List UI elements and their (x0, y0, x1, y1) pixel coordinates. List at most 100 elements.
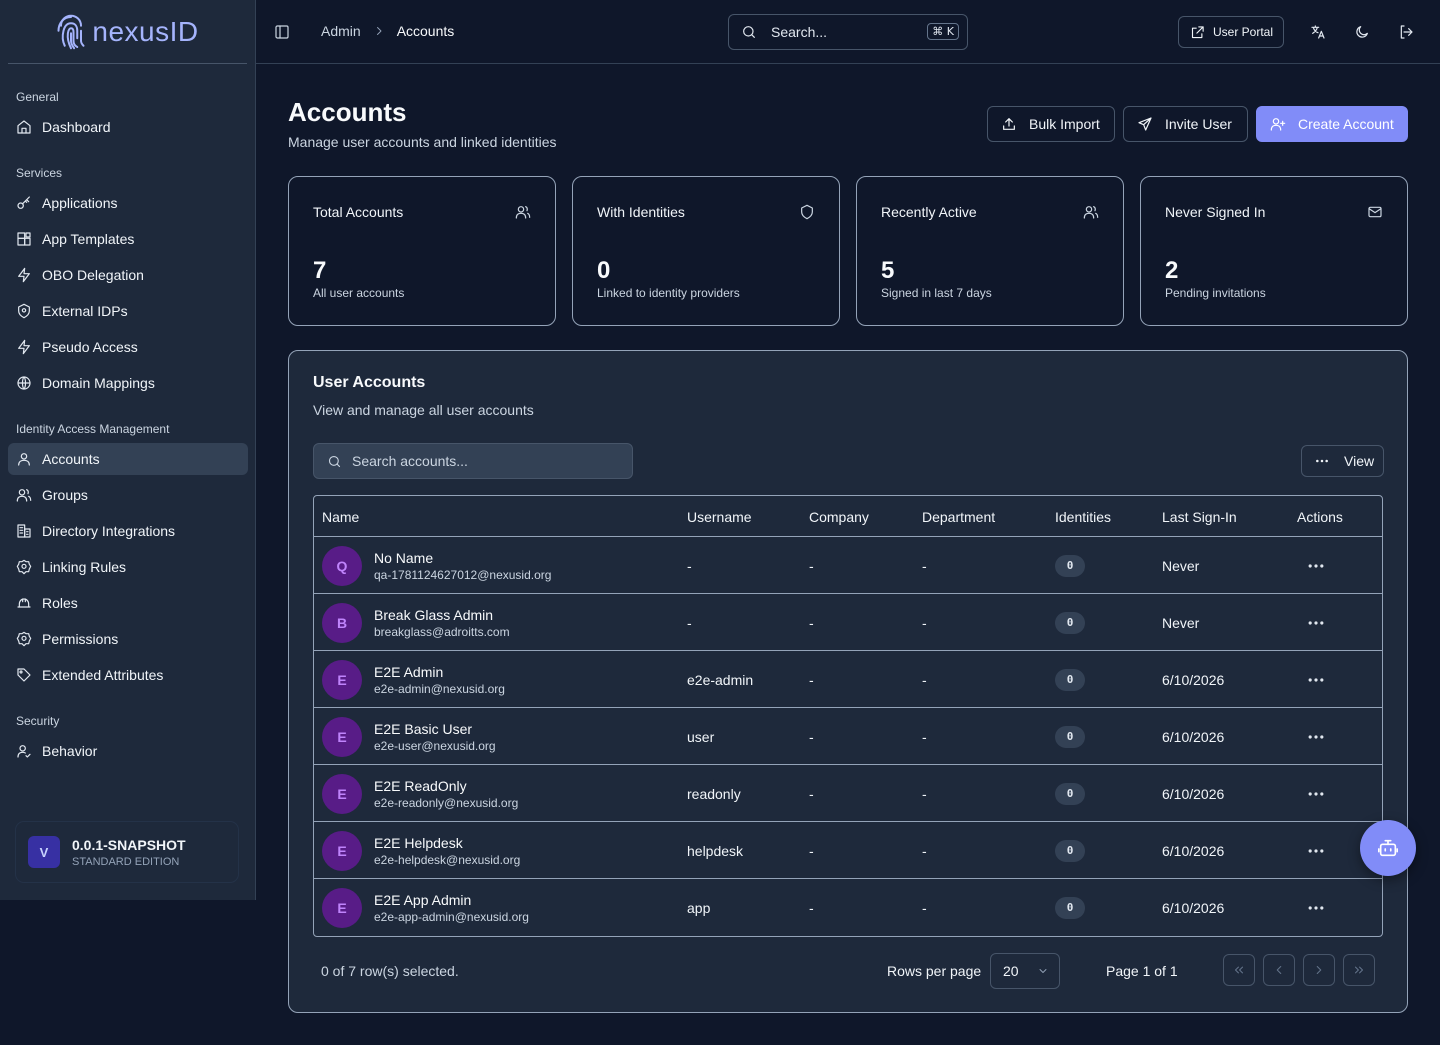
column-header-identities[interactable]: Identities (1055, 496, 1111, 537)
global-search-placeholder: Search... (771, 24, 828, 40)
identities-count-badge: 0 (1055, 725, 1085, 748)
account-email: e2e-admin@nexusid.org (374, 681, 505, 696)
sidebar-item-behavior[interactable]: Behavior (8, 735, 248, 767)
user-portal-button[interactable]: User Portal (1178, 16, 1284, 48)
account-name[interactable]: E2E App Admin (374, 892, 529, 908)
version-card[interactable]: V 0.0.1-SNAPSHOT STANDARD EDITION (16, 822, 238, 882)
row-actions-icon[interactable] (1306, 727, 1326, 747)
avatar: E (322, 830, 362, 871)
sidebar-item-label: Permissions (42, 631, 119, 647)
sidebar-item-extended-attributes[interactable]: Extended Attributes (8, 659, 248, 691)
row-actions-icon[interactable] (1306, 613, 1326, 633)
logout-icon[interactable] (1398, 24, 1414, 40)
breadcrumb-admin[interactable]: Admin (321, 23, 361, 39)
page-title: Accounts (288, 97, 407, 127)
account-name[interactable]: E2E ReadOnly (374, 778, 518, 794)
invite-user-label: Invite User (1165, 116, 1232, 132)
account-company: - (809, 557, 814, 574)
sidebar-item-dashboard[interactable]: Dashboard (8, 111, 248, 143)
moon-icon[interactable] (1354, 24, 1370, 40)
next-page-button[interactable] (1303, 954, 1335, 986)
row-actions-icon[interactable] (1306, 670, 1326, 690)
sidebar-item-groups[interactable]: Groups (8, 479, 248, 511)
global-search[interactable]: Search... ⌘ K (728, 14, 968, 50)
avatar: E (322, 659, 362, 700)
sidebar-item-label: Applications (42, 195, 118, 211)
tag-icon (17, 668, 31, 682)
sidebar-item-obo-delegation[interactable]: OBO Delegation (8, 259, 248, 291)
create-account-button[interactable]: Create Account (1256, 106, 1408, 142)
translate-icon[interactable] (1310, 24, 1326, 40)
sidebar-item-label: Pseudo Access (42, 339, 138, 355)
account-username: readonly (687, 785, 741, 802)
table-row[interactable]: E E2E ReadOnly e2e-readonly@nexusid.org re… (314, 765, 1382, 822)
account-name[interactable]: E2E Admin (374, 664, 505, 680)
table-row[interactable]: B Break Glass Admin breakglass@adroitts.co… (314, 594, 1382, 651)
sidebar-item-directory-integrations[interactable]: Directory Integrations (8, 515, 248, 547)
previous-page-button[interactable] (1263, 954, 1295, 986)
sidebar-item-domain-mappings[interactable]: Domain Mappings (8, 367, 248, 399)
sidebar-item-pseudo-access[interactable]: Pseudo Access (8, 331, 248, 363)
accounts-search-input[interactable] (352, 453, 612, 469)
view-options-button[interactable]: View (1301, 445, 1384, 477)
account-name[interactable]: No Name (374, 550, 551, 566)
sidebar-item-applications[interactable]: Applications (8, 187, 248, 219)
card-title: User Accounts (313, 374, 426, 391)
column-header-name[interactable]: Name (322, 496, 359, 537)
rows-per-page-select[interactable]: 20 (990, 953, 1060, 989)
table-row[interactable]: E E2E Admin e2e-admin@nexusid.org e2e-admi… (314, 651, 1382, 708)
bulk-import-button[interactable]: Bulk Import (987, 106, 1115, 142)
column-header-company[interactable]: Company (809, 496, 869, 537)
account-name[interactable]: E2E Helpdesk (374, 835, 520, 851)
section-security-label: Security (16, 714, 60, 728)
table-row[interactable]: Q No Name qa-1781124627012@nexusid.org - -… (314, 537, 1382, 594)
stat-card-never-signed-in: Never Signed In 2 Pending invitations (1140, 176, 1408, 326)
brand-logo[interactable]: nexusID (8, 0, 247, 64)
table-header: Name Username Company Department Identit… (314, 496, 1382, 537)
sidebar-item-permissions[interactable]: Permissions (8, 623, 248, 655)
account-name[interactable]: Break Glass Admin (374, 607, 510, 623)
sidebar-item-label: Behavior (42, 743, 98, 759)
assistant-bot-button[interactable] (1360, 820, 1416, 876)
table-row[interactable]: E E2E App Admin e2e-app-admin@nexusid.org … (314, 879, 1382, 936)
sidebar-item-external-idps[interactable]: External IDPs (8, 295, 248, 327)
version-title: 0.0.1-SNAPSHOT (72, 836, 186, 853)
accounts-search[interactable] (313, 443, 633, 479)
zap-icon (18, 339, 30, 355)
table-row[interactable]: E E2E Basic User e2e-user@nexusid.org user… (314, 708, 1382, 765)
section-general-label: General (16, 90, 59, 104)
first-page-button[interactable] (1223, 954, 1255, 986)
sidebar-item-app-templates[interactable]: App Templates (8, 223, 248, 255)
row-actions-icon[interactable] (1306, 841, 1326, 861)
search-icon (743, 26, 755, 38)
breadcrumb: Admin Accounts (321, 23, 454, 39)
sidebar-toggle-icon[interactable] (274, 24, 290, 40)
section-services-label: Services (16, 166, 63, 180)
row-actions-icon[interactable] (1306, 556, 1326, 576)
user-portal-label: User Portal (1213, 25, 1274, 39)
row-actions-icon[interactable] (1306, 898, 1326, 918)
account-name[interactable]: E2E Basic User (374, 721, 496, 737)
sidebar-item-linking-rules[interactable]: Linking Rules (8, 551, 248, 583)
sidebar-item-label: Extended Attributes (42, 667, 164, 683)
row-actions-icon[interactable] (1306, 784, 1326, 804)
column-header-username[interactable]: Username (687, 496, 752, 537)
account-department: - (922, 671, 927, 688)
table-row[interactable]: E E2E Helpdesk e2e-helpdesk@nexusid.org he… (314, 822, 1382, 879)
home-icon (17, 120, 31, 134)
account-department: - (922, 899, 927, 916)
invite-user-button[interactable]: Invite User (1123, 106, 1248, 142)
fingerprint-icon (57, 14, 85, 49)
rows-per-page-label: Rows per page (887, 963, 982, 979)
sidebar-item-roles[interactable]: Roles (8, 587, 248, 619)
column-header-department[interactable]: Department (922, 496, 995, 537)
account-last-sign-in: 6/10/2026 (1162, 899, 1225, 916)
last-page-button[interactable] (1343, 954, 1375, 986)
stat-value: 0 (597, 257, 611, 284)
column-header-last-sign-in[interactable]: Last Sign-In (1162, 496, 1237, 537)
chevrons-left-icon (1234, 966, 1244, 974)
account-username: e2e-admin (687, 671, 754, 688)
search-shortcut: ⌘ K (927, 23, 959, 40)
account-username: app (687, 899, 711, 916)
sidebar-item-accounts[interactable]: Accounts (8, 443, 248, 475)
